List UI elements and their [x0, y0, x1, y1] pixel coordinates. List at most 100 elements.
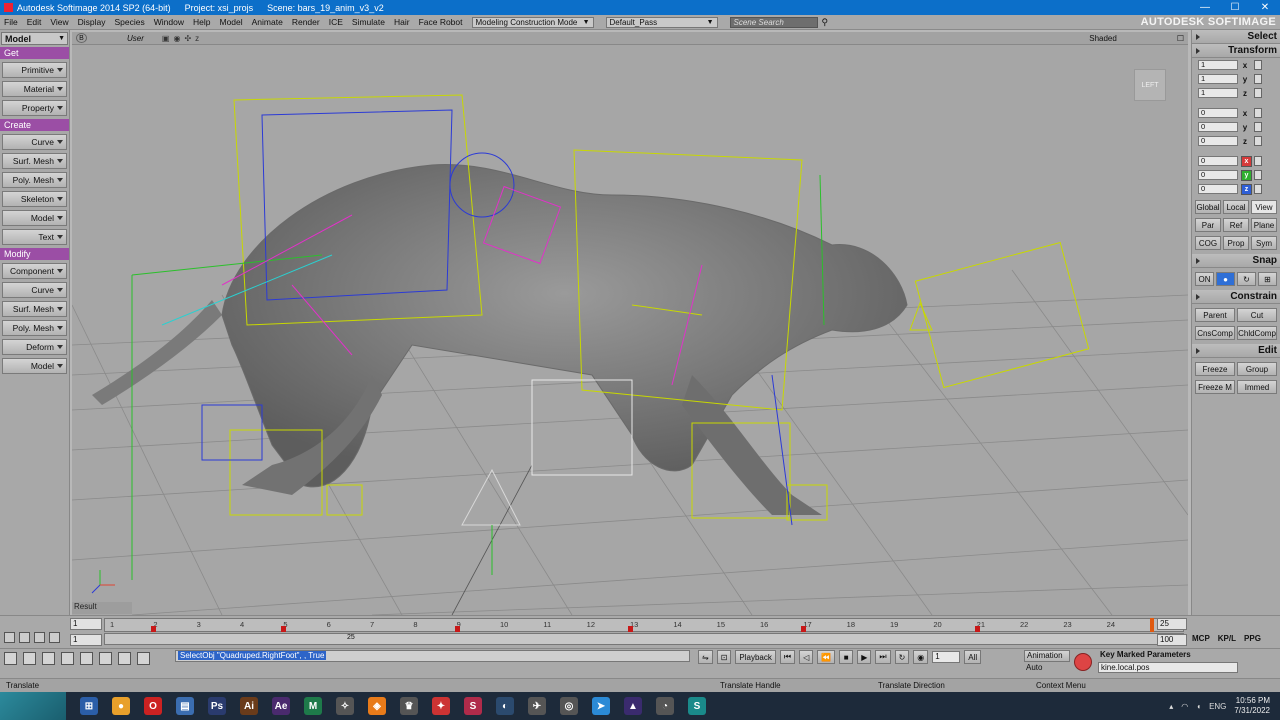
step-back-icon[interactable]: ⏪: [817, 650, 836, 664]
layout-icon[interactable]: [42, 652, 55, 665]
transform-section[interactable]: Transform: [1192, 44, 1280, 58]
modify-curve-button[interactable]: Curve: [2, 282, 67, 298]
prev-key-icon[interactable]: ◁: [799, 650, 814, 664]
layout-icon[interactable]: [23, 652, 36, 665]
view-cube[interactable]: LEFT: [1134, 69, 1166, 101]
grid-icon[interactable]: [4, 632, 15, 643]
3d-viewport[interactable]: LEFT: [72, 45, 1188, 615]
crosshair-icon[interactable]: ✣: [184, 34, 191, 43]
current-frame-field[interactable]: 1: [932, 651, 961, 663]
translate-icon[interactable]: [1254, 170, 1262, 180]
tray-icon[interactable]: ▴: [1169, 702, 1173, 711]
timeline-start-field[interactable]: 1: [70, 618, 102, 630]
pass-dropdown[interactable]: Default_Pass ▼: [605, 16, 718, 28]
modify-component-button[interactable]: Component: [2, 263, 67, 279]
current-frame-marker[interactable]: [1150, 618, 1154, 632]
tab-mcp[interactable]: MCP: [1192, 634, 1210, 643]
menu-ice[interactable]: ICE: [329, 17, 343, 27]
blender-icon[interactable]: ◈: [368, 697, 386, 715]
menu-file[interactable]: File: [4, 17, 18, 27]
camera-icon[interactable]: ▣: [162, 34, 170, 43]
app-icon[interactable]: ✧: [336, 697, 354, 715]
rotate-y-field[interactable]: 0: [1198, 122, 1238, 132]
rotate-z-field[interactable]: 0: [1198, 136, 1238, 146]
create-text-button[interactable]: Text: [2, 229, 67, 245]
windows-icon[interactable]: ⊞: [80, 697, 98, 715]
rotate-x-field[interactable]: 0: [1198, 108, 1238, 118]
animation-dropdown[interactable]: Animation: [1024, 650, 1070, 662]
create-surf-mesh-button[interactable]: Surf. Mesh: [2, 153, 67, 169]
modify-surf-mesh-button[interactable]: Surf. Mesh: [2, 301, 67, 317]
layout-icon[interactable]: [4, 652, 17, 665]
steam-icon[interactable]: ◐: [496, 697, 514, 715]
toolbar-selector[interactable]: Model ▼: [1, 32, 68, 45]
snap-point-icon[interactable]: ●: [1216, 272, 1235, 286]
group-button[interactable]: Group: [1237, 362, 1277, 376]
constrain-section[interactable]: Constrain: [1192, 290, 1280, 304]
select-section[interactable]: Select: [1192, 30, 1280, 44]
translate-x-button[interactable]: x: [1241, 155, 1252, 167]
par-button[interactable]: Par: [1195, 218, 1221, 232]
volume-icon[interactable]: ◖: [1196, 702, 1201, 711]
keyframe-marker[interactable]: [151, 626, 157, 632]
cog-button[interactable]: COG: [1195, 236, 1221, 250]
translate-icon[interactable]: [1254, 156, 1262, 166]
softimage-icon[interactable]: S: [688, 697, 706, 715]
menu-species[interactable]: Species: [115, 17, 145, 27]
translate-z-field[interactable]: 0: [1198, 184, 1238, 194]
keyframe-marker[interactable]: [974, 626, 980, 632]
menu-help[interactable]: Help: [193, 17, 210, 27]
first-frame-icon[interactable]: ⏮: [779, 650, 796, 664]
immed-button[interactable]: Immed: [1237, 380, 1277, 394]
keyframe-marker[interactable]: [281, 626, 287, 632]
clock[interactable]: 10:56 PM 7/31/2022: [1234, 696, 1280, 716]
script-command-field[interactable]: SelectObj "Quadruped.RightFoot", , True: [175, 650, 690, 662]
stop-icon[interactable]: ■: [839, 650, 854, 664]
browser-icon[interactable]: ●: [112, 697, 130, 715]
scene-search-input[interactable]: Scene Search: [729, 16, 818, 28]
global-button[interactable]: Global: [1195, 200, 1221, 214]
rotate-icon[interactable]: [1254, 136, 1262, 146]
play-icon[interactable]: ▶: [857, 650, 872, 664]
loop-icon[interactable]: ↻: [894, 650, 910, 664]
maximize-button[interactable]: ☐: [1220, 2, 1250, 13]
search-icon[interactable]: ⚲: [822, 17, 829, 28]
menu-simulate[interactable]: Simulate: [352, 17, 385, 27]
minimize-button[interactable]: —: [1190, 2, 1220, 13]
after-effects-icon[interactable]: Ae: [272, 697, 290, 715]
cut-button[interactable]: Cut: [1237, 308, 1277, 322]
keyframe-marker[interactable]: [628, 626, 633, 632]
layout-icon[interactable]: [137, 652, 150, 665]
scale-y-field[interactable]: 1: [1198, 74, 1238, 84]
playback-menu-button[interactable]: Playback: [735, 650, 776, 664]
scale-z-label[interactable]: z: [1238, 89, 1252, 98]
menu-edit[interactable]: Edit: [27, 17, 42, 27]
menu-animate[interactable]: Animate: [252, 17, 283, 27]
section-create[interactable]: Create: [0, 119, 69, 131]
script-editor-icon[interactable]: ⇋: [698, 650, 713, 664]
create-curve-button[interactable]: Curve: [2, 134, 67, 150]
ref-button[interactable]: Ref: [1223, 218, 1249, 232]
snap-section[interactable]: Snap: [1192, 254, 1280, 268]
auto-key-toggle[interactable]: Auto: [1024, 663, 1070, 675]
eye-icon[interactable]: ◉: [173, 34, 180, 43]
scale-y-label[interactable]: y: [1238, 75, 1252, 84]
rotate-y-label[interactable]: y: [1238, 123, 1252, 132]
close-button[interactable]: ✕: [1250, 2, 1280, 13]
snap-curve-icon[interactable]: ↻: [1237, 272, 1256, 286]
translate-z-button[interactable]: z: [1241, 183, 1252, 195]
tab-ppg[interactable]: PPG: [1244, 634, 1261, 643]
camera-selector[interactable]: User: [127, 34, 144, 43]
rotate-icon[interactable]: [1254, 108, 1262, 118]
view-button[interactable]: View: [1251, 200, 1277, 214]
create-poly-mesh-button[interactable]: Poly. Mesh: [2, 172, 67, 188]
telegram-icon[interactable]: ➤: [592, 697, 610, 715]
language-indicator[interactable]: ENG: [1209, 702, 1226, 711]
app-icon[interactable]: ▲: [624, 697, 642, 715]
sym-button[interactable]: Sym: [1251, 236, 1277, 250]
modify-deform-button[interactable]: Deform: [2, 339, 67, 355]
audio-icon[interactable]: ◉: [913, 650, 929, 664]
layout-icon[interactable]: [61, 652, 74, 665]
app-icon[interactable]: S: [464, 697, 482, 715]
create-model-button[interactable]: Model: [2, 210, 67, 226]
